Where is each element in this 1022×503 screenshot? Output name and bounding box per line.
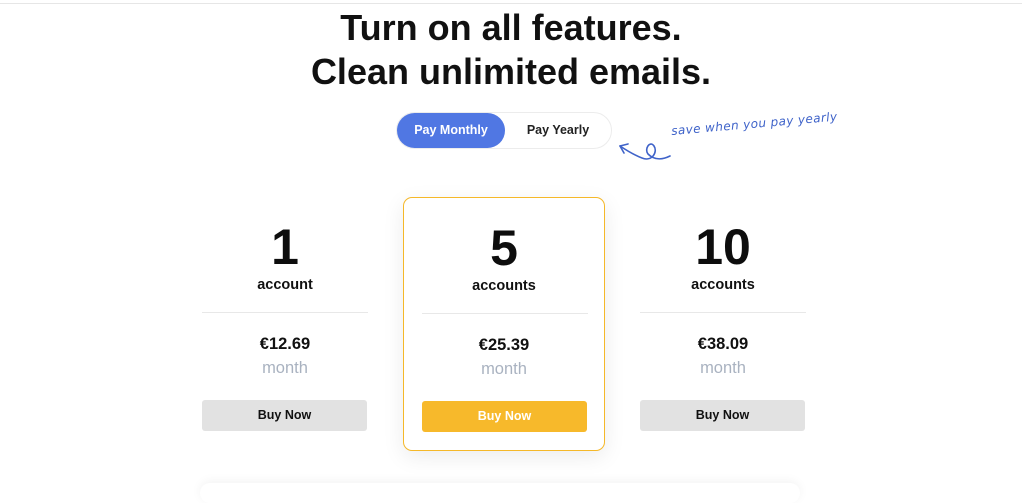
billing-toggle[interactable]: Pay Monthly Pay Yearly bbox=[396, 112, 612, 149]
plan-card-10-accounts: 10 accounts €38.09 month Buy Now bbox=[622, 197, 824, 451]
plan-account-count: 1 bbox=[271, 219, 299, 275]
title-line-1: Turn on all features. bbox=[340, 7, 682, 48]
plan-account-count: 10 bbox=[695, 219, 751, 275]
buy-now-button[interactable]: Buy Now bbox=[422, 401, 587, 432]
plan-unit-label: accounts bbox=[691, 277, 755, 293]
plan-period: month bbox=[481, 360, 527, 378]
buy-now-button[interactable]: Buy Now bbox=[202, 400, 367, 431]
plan-price: €12.69 bbox=[259, 335, 311, 353]
plan-period: month bbox=[700, 359, 746, 377]
curly-arrow-left-icon bbox=[619, 143, 671, 160]
plan-unit-label: accounts bbox=[472, 278, 536, 294]
buy-now-button[interactable]: Buy Now bbox=[640, 400, 805, 431]
plan-period: month bbox=[262, 359, 308, 377]
plan-card-5-accounts: 5 accounts €25.39 month Buy Now bbox=[403, 197, 605, 451]
plan-divider bbox=[640, 312, 806, 313]
pay-yearly-option[interactable]: Pay Yearly bbox=[505, 113, 611, 148]
plan-account-count: 5 bbox=[490, 220, 518, 276]
top-divider bbox=[0, 0, 1022, 4]
yearly-savings-note: save when you pay yearly bbox=[670, 109, 838, 139]
plan-unit-label: account bbox=[257, 277, 313, 293]
plan-divider bbox=[422, 313, 588, 314]
pay-monthly-option[interactable]: Pay Monthly bbox=[397, 113, 505, 148]
page-title: Turn on all features. Clean unlimited em… bbox=[0, 6, 1022, 94]
plan-price: €25.39 bbox=[478, 336, 530, 354]
next-section-card-edge bbox=[200, 483, 800, 503]
plan-divider bbox=[202, 312, 368, 313]
plan-price: €38.09 bbox=[697, 335, 749, 353]
title-line-2: Clean unlimited emails. bbox=[310, 51, 712, 92]
plan-card-1-account: 1 account €12.69 month Buy Now bbox=[184, 197, 386, 451]
